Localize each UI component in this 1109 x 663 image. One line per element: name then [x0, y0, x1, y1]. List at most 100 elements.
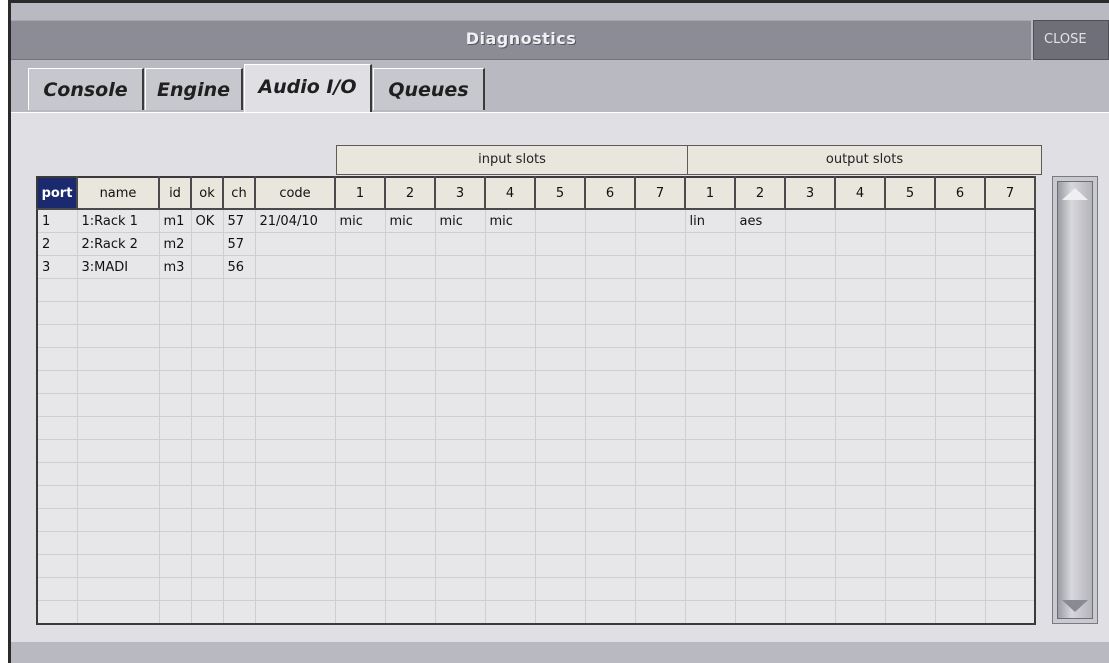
- column-header-output-slot-5[interactable]: 5: [884, 176, 936, 210]
- column-header-input-slot-6[interactable]: 6: [584, 176, 636, 210]
- arrow-up-icon[interactable]: [1062, 188, 1088, 200]
- tab-engine[interactable]: Engine: [145, 68, 243, 110]
- table-row[interactable]: [36, 416, 1036, 440]
- table-cell: [334, 508, 386, 532]
- table-row[interactable]: [36, 462, 1036, 486]
- table-cell: [222, 462, 256, 486]
- table-cell: [634, 208, 686, 233]
- table-row[interactable]: [36, 508, 1036, 532]
- table-cell: [76, 393, 160, 417]
- column-header-name[interactable]: name: [76, 176, 160, 210]
- table-cell: [584, 439, 636, 463]
- column-header-ch[interactable]: ch: [222, 176, 256, 210]
- table-row[interactable]: 1 1:Rack 1 m1 OK 57 21/04/10 mic mic mic mic lin ae…: [36, 208, 1036, 233]
- table-row[interactable]: [36, 370, 1036, 394]
- table-cell: [734, 393, 786, 417]
- column-header-output-slot-2[interactable]: 2: [734, 176, 786, 210]
- arrow-down-icon[interactable]: [1062, 600, 1088, 612]
- close-button[interactable]: CLOSE: [1033, 20, 1109, 60]
- table-cell: [36, 462, 78, 486]
- table-cell: [984, 232, 1036, 256]
- table-cell: [784, 577, 836, 601]
- table-cell: [190, 324, 224, 348]
- table-cell: [984, 370, 1036, 394]
- table-cell: [384, 439, 436, 463]
- table-cell: [584, 208, 636, 233]
- table-row[interactable]: [36, 324, 1036, 348]
- column-header-ok[interactable]: ok: [190, 176, 224, 210]
- table-cell: [222, 393, 256, 417]
- table-cell: [934, 370, 986, 394]
- table-row[interactable]: [36, 554, 1036, 578]
- table-row[interactable]: 3 3:MADI m3 56: [36, 255, 1036, 279]
- table-cell: [884, 600, 936, 625]
- table-cell: [36, 347, 78, 371]
- table-cell: [334, 278, 386, 302]
- table-cell: [984, 600, 1036, 625]
- table-cell: [884, 531, 936, 555]
- table-cell: [222, 370, 256, 394]
- table-cell: [684, 232, 736, 256]
- table-row[interactable]: [36, 485, 1036, 509]
- table-row[interactable]: 2 2:Rack 2 m2 57: [36, 232, 1036, 256]
- table-cell: [684, 324, 736, 348]
- table-cell: [76, 462, 160, 486]
- table-cell: [254, 600, 336, 625]
- table-row[interactable]: [36, 393, 1036, 417]
- table-cell: [158, 347, 192, 371]
- table-cell: [584, 255, 636, 279]
- column-header-input-slot-3[interactable]: 3: [434, 176, 486, 210]
- column-header-output-slot-7[interactable]: 7: [984, 176, 1036, 210]
- table-cell: 1:Rack 1: [76, 208, 160, 233]
- column-header-input-slot-2[interactable]: 2: [384, 176, 436, 210]
- scroll-thumb[interactable]: [1057, 181, 1093, 619]
- table-cell: [222, 324, 256, 348]
- tab-audio-io[interactable]: Audio I/O: [244, 64, 372, 116]
- table-row[interactable]: [36, 301, 1036, 325]
- column-header-input-slot-1[interactable]: 1: [334, 176, 386, 210]
- table-row[interactable]: [36, 278, 1036, 302]
- table-row[interactable]: [36, 600, 1036, 625]
- table-cell: [36, 485, 78, 509]
- table-cell: [484, 255, 536, 279]
- column-header-input-slot-5[interactable]: 5: [534, 176, 586, 210]
- column-header-id[interactable]: id: [158, 176, 192, 210]
- table-cell: [934, 416, 986, 440]
- table-cell: [734, 600, 786, 625]
- table-cell: [334, 577, 386, 601]
- table-row[interactable]: [36, 577, 1036, 601]
- column-header-output-slot-4[interactable]: 4: [834, 176, 886, 210]
- table-cell: [222, 301, 256, 325]
- table-cell: [334, 485, 386, 509]
- table-cell: [190, 462, 224, 486]
- table-cell: [884, 462, 936, 486]
- table-cell: [334, 439, 386, 463]
- table-row[interactable]: [36, 439, 1036, 463]
- tab-queues[interactable]: Queues: [373, 68, 485, 110]
- table-row[interactable]: [36, 531, 1036, 555]
- table-cell: [734, 301, 786, 325]
- table-cell: [254, 255, 336, 279]
- column-header-code[interactable]: code: [254, 176, 336, 210]
- table-cell: [434, 370, 486, 394]
- table-cell: [684, 577, 736, 601]
- column-header-input-slot-4[interactable]: 4: [484, 176, 536, 210]
- table-cell: [734, 324, 786, 348]
- table-cell: [984, 577, 1036, 601]
- column-header-port[interactable]: port: [36, 176, 78, 210]
- column-header-output-slot-3[interactable]: 3: [784, 176, 836, 210]
- tab-console[interactable]: Console: [28, 68, 144, 110]
- column-header-output-slot-1[interactable]: 1: [684, 176, 736, 210]
- table-cell: [534, 416, 586, 440]
- column-header-output-slot-6[interactable]: 6: [934, 176, 986, 210]
- table-cell: [984, 416, 1036, 440]
- table-cell: [158, 416, 192, 440]
- table-cell: [834, 255, 886, 279]
- table-cell: [934, 554, 986, 578]
- table-cell: [36, 439, 78, 463]
- table-cell: [684, 485, 736, 509]
- table-cell: [334, 255, 386, 279]
- table-row[interactable]: [36, 347, 1036, 371]
- vertical-scrollbar[interactable]: [1052, 176, 1098, 624]
- column-header-input-slot-7[interactable]: 7: [634, 176, 686, 210]
